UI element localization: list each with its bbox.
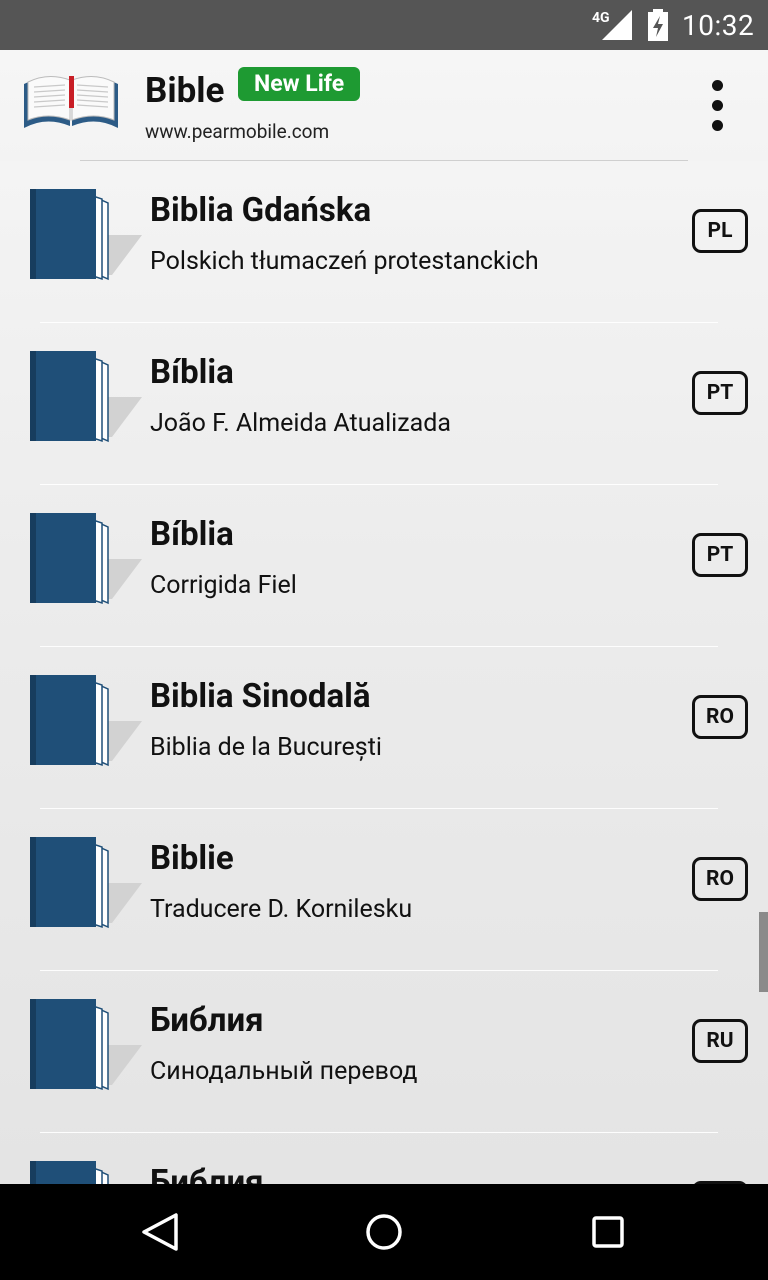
language-badge: RU	[692, 1019, 748, 1063]
item-title: Bíblia	[150, 353, 234, 392]
scrollbar[interactable]	[759, 912, 768, 992]
item-title: Библия	[150, 1163, 264, 1184]
network-type: 4G	[592, 10, 610, 26]
item-subtitle: Traducere D. Kornilesku	[150, 895, 413, 924]
home-icon[interactable]	[364, 1212, 404, 1252]
list-item[interactable]: Biblie Traducere D. Kornilesku RO	[0, 809, 768, 971]
back-icon[interactable]	[138, 1212, 182, 1252]
clock: 10:32	[682, 9, 755, 42]
list-item[interactable]: Biblia Sinodală Biblia de la București R…	[0, 647, 768, 809]
item-subtitle: Corrigida Fiel	[150, 571, 297, 600]
language-badge: PL	[692, 209, 748, 253]
language-badge: PT	[692, 371, 748, 415]
more-vert-icon[interactable]	[700, 76, 736, 136]
app-title: Bible	[145, 70, 225, 111]
open-bible-icon	[24, 76, 118, 128]
book-icon	[30, 189, 142, 281]
battery-icon	[648, 9, 668, 41]
navigation-bar	[0, 1184, 768, 1280]
item-subtitle: Polskich tłumaczeń protestanckich	[150, 247, 539, 276]
book-icon	[30, 999, 142, 1091]
recents-icon[interactable]	[590, 1214, 626, 1250]
list-item[interactable]: Библия	[0, 1133, 768, 1184]
item-title: Biblia Gdańska	[150, 191, 372, 230]
translation-list: Biblia Gdańska Polskich tłumaczeń protes…	[0, 161, 768, 1184]
book-icon	[30, 837, 142, 929]
language-badge: PT	[692, 533, 748, 577]
list-item[interactable]: Bíblia João F. Almeida Atualizada PT	[0, 323, 768, 485]
book-icon	[30, 1161, 109, 1184]
item-title: Biblia Sinodală	[150, 677, 371, 716]
language-badge: RO	[692, 857, 748, 901]
app-bar: Bible New Life www.pearmobile.com	[0, 50, 768, 162]
list-item[interactable]: Bíblia Corrigida Fiel PT	[0, 485, 768, 647]
language-badge: RO	[692, 695, 748, 739]
book-icon	[30, 675, 142, 767]
status-bar: 4G 10:32	[0, 0, 768, 50]
list-item[interactable]: Библия Синодальный перевод RU	[0, 971, 768, 1133]
item-subtitle: Biblia de la București	[150, 733, 382, 762]
list-item[interactable]: Biblia Gdańska Polskich tłumaczeń protes…	[0, 161, 768, 323]
edition-badge: New Life	[238, 67, 361, 101]
item-title: Bíblia	[150, 515, 234, 554]
item-subtitle: Синодальный перевод	[150, 1057, 418, 1086]
book-icon	[30, 513, 142, 605]
book-icon	[30, 351, 142, 443]
item-title: Biblie	[150, 839, 234, 878]
app-url: www.pearmobile.com	[145, 120, 330, 143]
item-title: Библия	[150, 1001, 264, 1040]
item-subtitle: João F. Almeida Atualizada	[150, 409, 451, 438]
